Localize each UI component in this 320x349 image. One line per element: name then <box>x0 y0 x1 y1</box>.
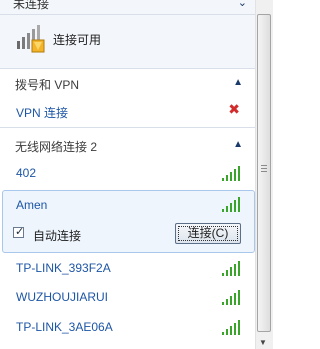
chevron-up-icon[interactable]: ▲ <box>233 77 243 88</box>
divider <box>0 127 255 128</box>
auto-connect-label: 自动连接 <box>33 229 82 243</box>
chevron-up-icon[interactable]: ▲ <box>233 139 243 150</box>
cut-status-label: 未连接 <box>13 0 50 11</box>
section-wireless-title: 无线网络连接 2 <box>15 140 98 154</box>
network-list: 未连接 ⌄ 连接可用 拨号和 VPN ▲ VPN 连接 ✖ 无线网络连接 2 ▲ <box>0 0 255 349</box>
divider <box>0 14 255 15</box>
chevron-down-icon[interactable]: ⌄ <box>238 0 247 9</box>
signal-strength-icon <box>222 261 240 276</box>
wifi-network-item[interactable]: WUZHOUJIARUI <box>16 290 108 304</box>
wifi-network-item[interactable]: TP-LINK_393F2A <box>16 261 111 275</box>
signal-strength-icon <box>222 320 240 335</box>
vertical-scrollbar[interactable]: ▼ <box>255 0 273 349</box>
vpn-connection-item[interactable]: VPN 连接 <box>16 104 68 121</box>
wifi-network-item[interactable]: TP-LINK_3AE06A <box>16 320 113 334</box>
section-dialup-vpn-title: 拨号和 VPN <box>15 78 80 92</box>
auto-connect-checkbox[interactable]: ✓ <box>13 226 25 238</box>
signal-strength-icon <box>222 166 240 181</box>
disconnect-x-icon[interactable]: ✖ <box>228 101 240 118</box>
status-header: 未连接 ⌄ 连接可用 <box>0 0 255 68</box>
scrollbar-thumb[interactable] <box>257 14 271 332</box>
focus-ring <box>178 226 238 241</box>
signal-strength-icon <box>222 197 240 212</box>
wifi-network-item-selected[interactable]: Amen <box>16 198 47 212</box>
divider <box>0 68 255 69</box>
grip-line <box>261 168 267 169</box>
network-available-icon <box>17 25 45 53</box>
checkmark-icon: ✓ <box>15 226 25 238</box>
connect-button[interactable]: 连接(C) <box>175 223 241 244</box>
scroll-down-arrow-icon[interactable]: ▼ <box>259 338 267 347</box>
wifi-network-item[interactable]: 402 <box>16 166 36 180</box>
grip-line <box>261 165 267 166</box>
connections-available-label: 连接可用 <box>53 33 102 47</box>
signal-strength-icon <box>222 290 240 305</box>
grip-line <box>261 171 267 172</box>
network-flyout: 未连接 ⌄ 连接可用 拨号和 VPN ▲ VPN 连接 ✖ 无线网络连接 2 ▲ <box>0 0 277 349</box>
